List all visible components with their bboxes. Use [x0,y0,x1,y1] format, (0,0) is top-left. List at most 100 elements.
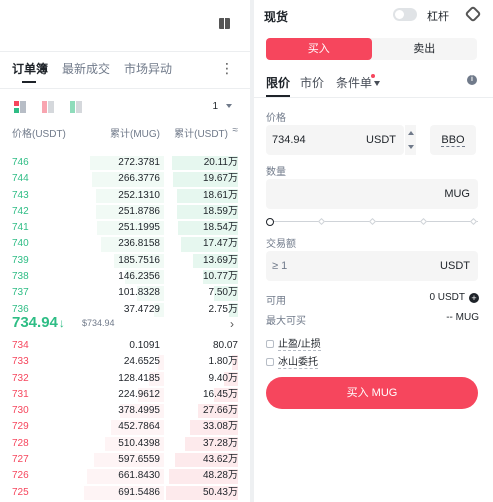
checkbox[interactable] [266,340,274,348]
row-price: 739 [12,254,29,266]
amount-input[interactable]: ≥ 1 USDT [266,251,478,281]
bid-row[interactable]: 741 251.1995 18.54万 [0,220,250,236]
bid-row[interactable]: 738 146.2356 10.77万 [0,269,250,285]
caret-down-icon [374,81,381,87]
bid-row[interactable]: 739 185.7516 13.69万 [0,253,250,269]
quantity-label: 数量 [266,167,286,178]
checkbox[interactable] [266,358,274,366]
ask-row[interactable]: 733 24.6525 1.80万 [0,354,250,370]
row-cum: 7.50万 [208,287,238,299]
row-qty: 251.1995 [118,222,160,234]
tab-latest-trades[interactable]: 最新成交 [62,60,110,77]
max-buy-value: -- MUG [446,312,479,323]
plus-icon[interactable]: + [469,293,479,303]
row-cum: 13.69万 [202,254,238,266]
bid-row[interactable]: 740 236.8158 17.47万 [0,236,250,252]
last-price-row: 734.94↓ $734.94 › [0,314,250,336]
available-value: 0 USDT + [429,292,479,303]
caret-up-icon[interactable] [408,131,414,135]
max-buy-row: 最大可买 -- MUG [266,312,479,327]
leverage-toggle[interactable] [393,8,417,21]
ask-row[interactable]: 732 128.4185 9.40万 [0,371,250,387]
row-price: 728 [12,437,29,449]
slider-mark-50[interactable] [368,217,377,226]
bid-row[interactable]: 737 101.8328 7.50万 [0,285,250,301]
row-price: 726 [12,470,29,482]
tab-orderbook[interactable]: 订单簿 [12,60,48,83]
orderbook-view-toolbar: 1 [14,101,238,115]
row-cum: 20.11万 [203,157,238,168]
slider-mark-75[interactable] [419,217,428,226]
row-price: 746 [12,157,29,168]
percentage-slider[interactable] [266,217,478,226]
settings-icon[interactable] [464,5,482,23]
reference-price: $734.94 [82,318,115,328]
trade-panel: 现货 杠杆 买入 卖出 限价 市价 条件单 i 价格 734.94 USDT B… [254,0,493,502]
row-cum: 19.67万 [202,173,238,185]
sell-tab[interactable]: 卖出 [372,38,478,60]
more-vertical-icon[interactable]: ⋮ [220,60,234,77]
bid-row[interactable]: 746 272.3781 20.11万 [0,155,250,171]
book-icon[interactable] [219,18,230,29]
toggle-unit-icon[interactable]: ≈ [233,125,239,136]
ask-row[interactable]: 725 691.5486 50.43万 [0,485,250,501]
buy-submit-button[interactable]: 买入 MUG [266,377,478,409]
ask-row[interactable]: 727 597.6559 43.62万 [0,452,250,468]
depth-precision-select[interactable]: 1 [212,101,232,112]
slider-handle[interactable] [266,218,274,226]
view-asks-icon[interactable] [42,101,54,113]
ask-row[interactable]: 730 378.4995 27.66万 [0,403,250,419]
divider [0,88,250,89]
bid-row[interactable]: 742 251.8786 18.59万 [0,204,250,220]
caret-down-icon[interactable] [408,145,414,149]
row-qty: 24.6525 [123,356,160,368]
row-price: 740 [12,238,29,250]
tab-limit[interactable]: 限价 [266,74,290,91]
price-unit: USDT [366,134,396,146]
row-price: 730 [12,405,29,417]
buy-tab[interactable]: 买入 [266,38,372,60]
row-price: 727 [12,454,29,466]
info-icon[interactable]: i [467,75,477,85]
row-cum: 18.59万 [202,205,238,217]
row-qty: 691.5486 [118,486,160,498]
row-price: 729 [12,421,29,433]
bbo-button[interactable]: BBO [430,125,476,155]
row-qty: 185.7516 [118,254,160,266]
slider-mark-100[interactable] [469,217,478,226]
ask-row[interactable]: 734 0.1091 80.07 [0,338,250,354]
row-qty: 452.7864 [118,421,160,433]
bid-row[interactable]: 743 252.1310 18.61万 [0,188,250,204]
ask-row[interactable]: 726 661.8430 48.28万 [0,468,250,484]
tab-market[interactable]: 市价 [300,74,324,91]
slider-mark-25[interactable] [317,217,326,226]
bid-row[interactable]: 744 266.3776 19.67万 [0,171,250,187]
available-row: 可用 0 USDT + [266,292,479,307]
ask-row[interactable]: 728 510.4398 37.28万 [0,436,250,452]
available-label: 可用 [266,296,286,307]
row-price: 744 [12,173,29,185]
tp-sl-checkbox[interactable]: 止盈/止损 [266,335,321,351]
ask-row[interactable]: 731 224.9612 16.45万 [0,387,250,403]
row-cum: 10.77万 [202,271,238,283]
bid-rows: 746 272.3781 20.11万 744 266.3776 19.67万 743 252… [0,155,250,318]
max-buy-label: 最大可买 [266,316,306,327]
row-qty: 661.8430 [118,470,160,482]
ask-row[interactable]: 729 452.7864 33.08万 [0,419,250,435]
chevron-right-icon[interactable]: › [230,317,234,331]
row-price: 742 [12,205,29,217]
price-input[interactable]: 734.94 USDT [266,125,404,155]
row-price: 725 [12,486,29,498]
row-cum: 48.28万 [202,470,238,482]
price-stepper[interactable] [404,125,416,155]
view-both-icon[interactable] [14,101,26,113]
tab-market-movers[interactable]: 市场异动 [124,60,172,77]
row-qty: 272.3781 [118,157,160,168]
quantity-input[interactable]: MUG [266,179,478,209]
trade-mode-label: 现货 [264,10,289,24]
chart-header-area [0,0,250,52]
view-bids-icon[interactable] [70,101,82,113]
col-price: 价格(USDT) [12,129,66,140]
iceberg-checkbox[interactable]: 冰山委托 [266,353,318,369]
orderbook-tabs: 订单簿 最新成交 市场异动 ⋮ [12,60,240,90]
